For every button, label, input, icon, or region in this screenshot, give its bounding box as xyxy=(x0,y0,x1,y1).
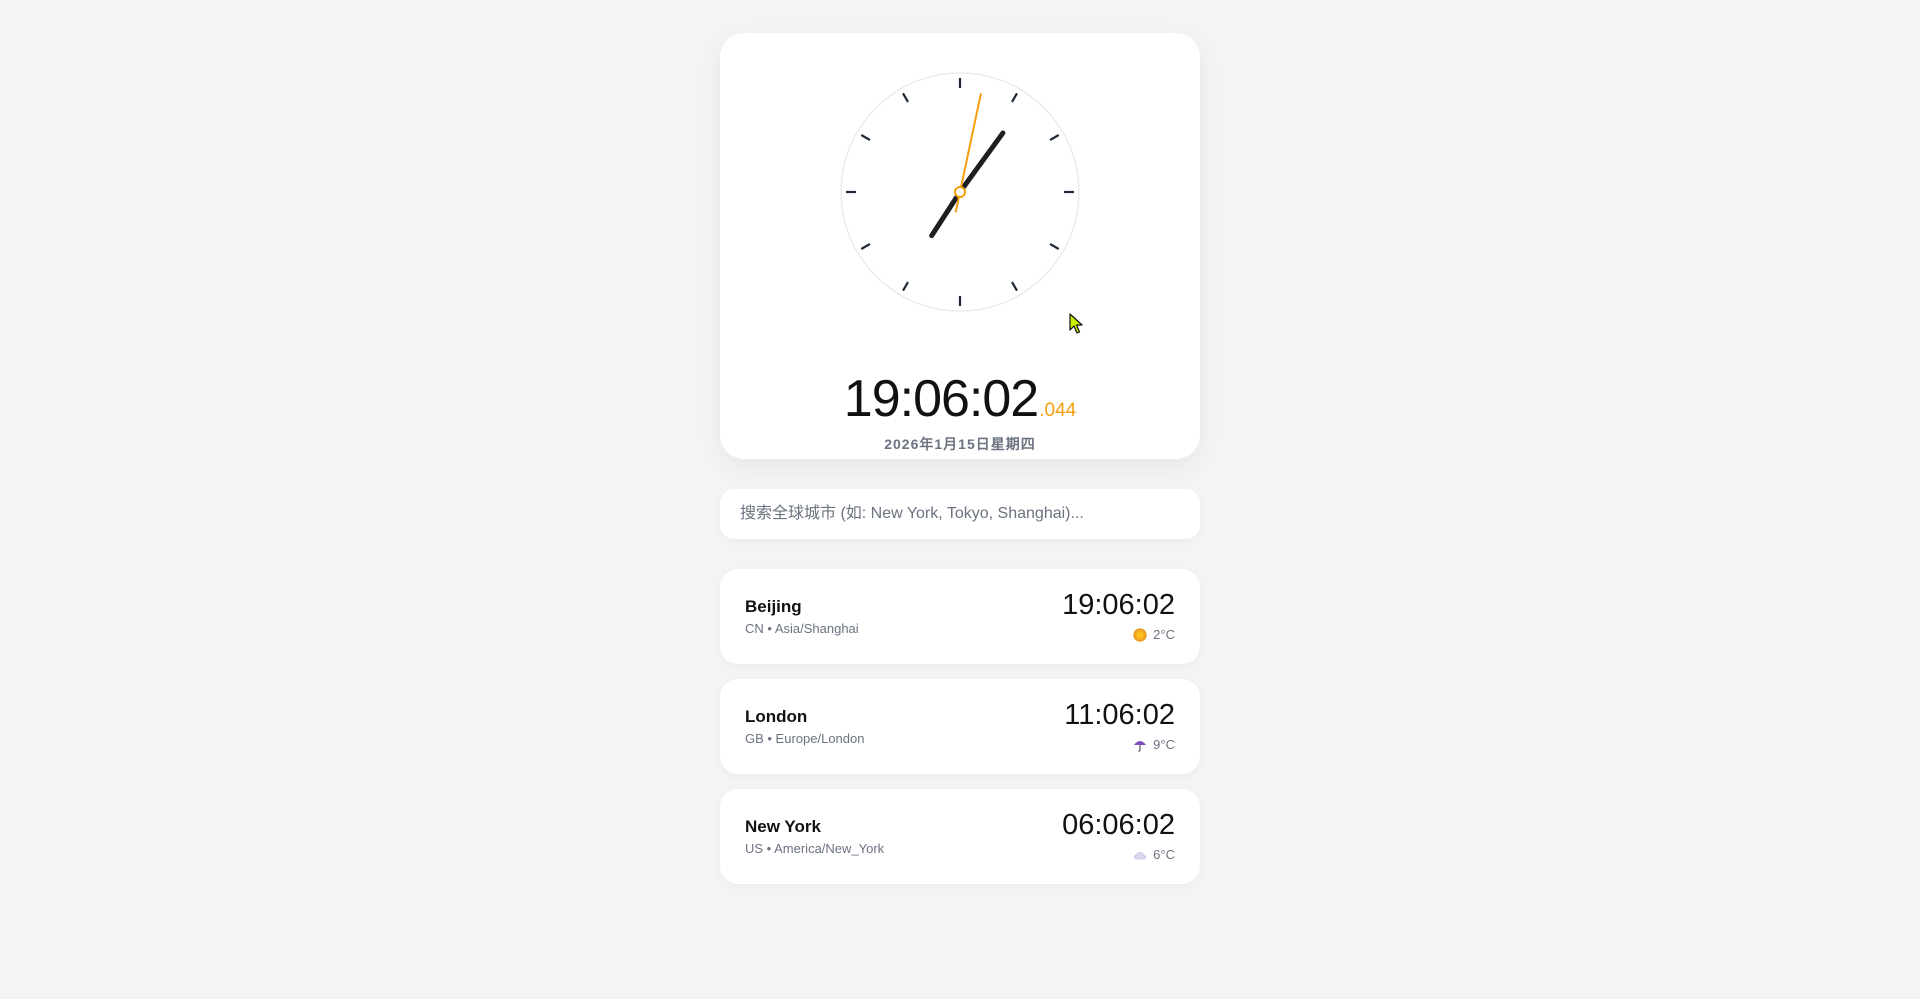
city-card-beijing[interactable]: Beijing CN • Asia/Shanghai 19:06:02 2°C xyxy=(720,569,1200,664)
city-card-london[interactable]: London GB • Europe/London 11:06:02 9°C xyxy=(720,679,1200,774)
mouse-cursor-icon xyxy=(1069,313,1083,334)
digital-time-main: 19:06:02 xyxy=(843,370,1039,428)
clock-center-pin xyxy=(954,186,966,198)
city-timezone: GB • Europe/London xyxy=(745,731,865,746)
city-name: London xyxy=(745,707,808,726)
search-input[interactable] xyxy=(740,489,1180,539)
city-name: Beijing xyxy=(745,597,802,616)
city-temp: 6°C xyxy=(1153,847,1175,862)
city-time: 11:06:02 xyxy=(1064,699,1175,731)
clock-card: 19:06:02.044 2026年1月15日星期四 xyxy=(720,33,1200,459)
city-weather: 9°C xyxy=(1133,737,1175,752)
city-time: 19:06:02 xyxy=(1062,589,1175,621)
cloud-icon xyxy=(1134,851,1147,859)
digital-time: 19:06:02.044 xyxy=(720,369,1200,429)
city-temp: 9°C xyxy=(1153,737,1175,752)
city-timezone: US • America/New_York xyxy=(745,841,885,856)
clock-face xyxy=(840,72,1080,312)
city-card-new-york[interactable]: New York US • America/New_York 06:06:02 … xyxy=(720,789,1200,884)
city-weather: 6°C xyxy=(1133,847,1175,862)
analog-clock xyxy=(839,71,1081,313)
city-timezone: CN • Asia/Shanghai xyxy=(745,621,859,636)
city-name: New York xyxy=(745,817,821,836)
city-temp: 2°C xyxy=(1153,627,1175,642)
city-search[interactable] xyxy=(720,489,1200,539)
umbrella-icon xyxy=(1134,740,1147,752)
sun-icon xyxy=(1133,627,1147,642)
date-label: 2026年1月15日星期四 xyxy=(884,436,1036,452)
digital-time-ms: .044 xyxy=(1039,400,1077,421)
app-root: 19:06:02.044 2026年1月15日星期四 Beijing CN • … xyxy=(0,0,1920,999)
city-time: 06:06:02 xyxy=(1062,809,1175,841)
city-weather: 2°C xyxy=(1133,627,1175,642)
